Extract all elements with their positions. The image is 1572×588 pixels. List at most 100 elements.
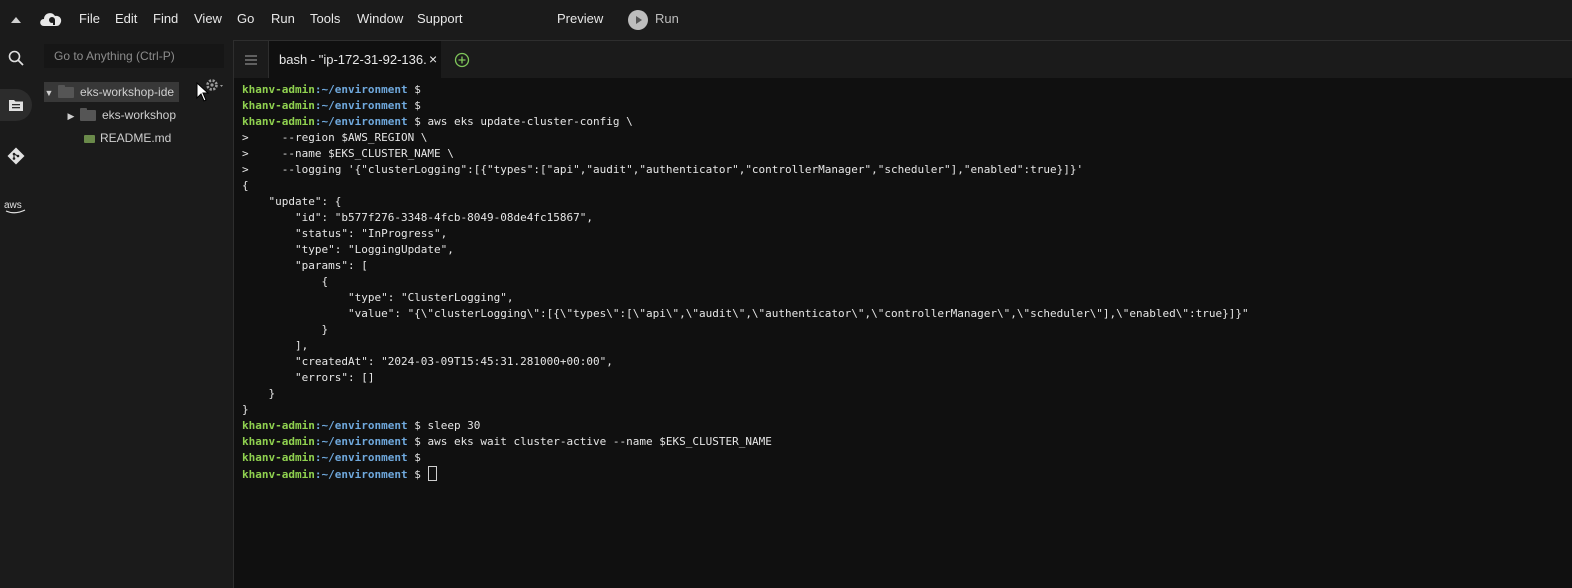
terminal-output-text: "type": "LoggingUpdate", xyxy=(242,243,454,256)
terminal-output-text: "status": "InProgress", xyxy=(242,227,448,240)
terminal-output-text: "errors": [] xyxy=(242,371,375,384)
terminal-output-line: > --logging '{"clusterLogging":[{"types"… xyxy=(242,162,1249,178)
prompt-path: :~/environment xyxy=(314,468,408,481)
markdown-file-icon xyxy=(84,134,95,143)
terminal-output-line: "params": [ xyxy=(242,258,1249,274)
prompt-symbol: $ xyxy=(407,83,421,96)
cloud9-logo-icon[interactable] xyxy=(38,9,64,31)
terminal-output-line: > --region $AWS_REGION \ xyxy=(242,130,1249,146)
menu-tools[interactable]: Tools xyxy=(310,11,340,26)
terminal-output-text: "update": { xyxy=(242,195,342,208)
terminal-output-line: > --name $EKS_CLUSTER_NAME \ xyxy=(242,146,1249,162)
terminal-prompt-line: khanv-admin:~/environment $ aws eks wait… xyxy=(242,434,1249,450)
prompt-symbol: $ xyxy=(407,435,421,448)
activity-rail: aws xyxy=(0,40,32,588)
terminal-output-text: > --region $AWS_REGION \ xyxy=(242,131,428,144)
prompt-path: :~/environment xyxy=(314,419,408,432)
prompt-path: :~/environment xyxy=(314,115,408,128)
terminal-output-text: > --logging '{"clusterLogging":[{"types"… xyxy=(242,163,1084,176)
terminal-output-text: "createdAt": "2024-03-09T15:45:31.281000… xyxy=(242,355,613,368)
tab-title: bash - "ip-172-31-92-136.e xyxy=(279,52,427,67)
terminal-output-text: { xyxy=(242,275,329,288)
terminal-output-text: "value": "{\"clusterLogging\":[{\"types\… xyxy=(242,307,1249,320)
terminal-output-line: ], xyxy=(242,338,1249,354)
tab-menu-icon[interactable] xyxy=(234,41,269,78)
prompt-symbol: $ xyxy=(407,451,421,464)
menu-support[interactable]: Support xyxy=(417,11,463,26)
prompt-path: :~/environment xyxy=(314,99,408,112)
prompt-path: :~/environment xyxy=(314,451,408,464)
source-control-icon[interactable] xyxy=(0,140,32,172)
terminal-output-text: "params": [ xyxy=(242,259,368,272)
environment-folder-icon[interactable] xyxy=(0,89,32,121)
collapse-up-icon[interactable] xyxy=(9,13,23,27)
aws-toolkit-icon[interactable]: aws xyxy=(0,191,32,223)
terminal-output: khanv-admin:~/environment $ khanv-admin:~… xyxy=(242,82,1249,482)
prompt-symbol: $ xyxy=(407,419,421,432)
menu-window[interactable]: Window xyxy=(357,11,403,26)
prompt-user: khanv-admin xyxy=(242,435,315,448)
terminal-output-line: } xyxy=(242,322,1249,338)
terminal-prompt-line: khanv-admin:~/environment $ xyxy=(242,450,1249,466)
terminal-output-line: "type": "ClusterLogging", xyxy=(242,290,1249,306)
terminal-command: sleep 30 xyxy=(420,419,481,432)
chevron-down-icon[interactable]: ▼ xyxy=(44,83,54,103)
menu-file[interactable]: File xyxy=(79,11,100,26)
svg-text:aws: aws xyxy=(4,200,22,211)
tree-item-eks-workshop[interactable]: ▶ eks-workshop xyxy=(66,105,177,126)
menu-edit[interactable]: Edit xyxy=(115,11,137,26)
terminal-output-text: ], xyxy=(242,339,309,352)
menu-go[interactable]: Go xyxy=(237,11,254,26)
terminal-output-text: } xyxy=(242,387,276,400)
prompt-path: :~/environment xyxy=(314,435,408,448)
menu-view[interactable]: View xyxy=(194,11,222,26)
terminal-output-line: } xyxy=(242,386,1249,402)
terminal-prompt-line: khanv-admin:~/environment $ sleep 30 xyxy=(242,418,1249,434)
prompt-symbol: $ xyxy=(407,99,421,112)
file-tree-panel: Go to Anything (Ctrl-P) ▼ eks-workshop-id… xyxy=(32,40,233,588)
terminal-output-line: } xyxy=(242,402,1249,418)
terminal-pane[interactable]: khanv-admin:~/environment $ khanv-admin:~… xyxy=(233,78,1572,588)
terminal-output-text: "id": "b577f276-3348-4fcb-8049-08de4fc15… xyxy=(242,211,593,224)
terminal-command: aws eks update-cluster-config \ xyxy=(420,115,633,128)
folder-icon xyxy=(58,85,74,99)
terminal-cursor xyxy=(428,466,438,481)
terminal-output-line: "status": "InProgress", xyxy=(242,226,1249,242)
terminal-command: aws eks wait cluster-active --name $EKS_… xyxy=(420,435,772,448)
terminal-command xyxy=(421,468,428,481)
tab-bash-terminal[interactable]: bash - "ip-172-31-92-136.e × xyxy=(269,41,441,80)
folder-icon xyxy=(80,108,96,122)
prompt-user: khanv-admin xyxy=(242,83,315,96)
tree-item-label: README.md xyxy=(100,131,172,145)
terminal-output-line: { xyxy=(242,178,1249,194)
prompt-user: khanv-admin xyxy=(242,115,315,128)
run-play-icon[interactable] xyxy=(628,10,648,30)
terminal-prompt-line: khanv-admin:~/environment $ aws eks upda… xyxy=(242,114,1249,130)
terminal-output-line: "errors": [] xyxy=(242,370,1249,386)
add-tab-icon[interactable] xyxy=(454,52,470,68)
search-icon[interactable] xyxy=(0,42,32,74)
terminal-output-line: "type": "LoggingUpdate", xyxy=(242,242,1249,258)
prompt-symbol: $ xyxy=(407,468,421,481)
prompt-user: khanv-admin xyxy=(242,99,315,112)
prompt-user: khanv-admin xyxy=(242,468,315,481)
prompt-user: khanv-admin xyxy=(242,451,315,464)
chevron-right-icon[interactable]: ▶ xyxy=(66,106,76,126)
terminal-output-text: } xyxy=(242,323,329,336)
terminal-output-line: "id": "b577f276-3348-4fcb-8049-08de4fc15… xyxy=(242,210,1249,226)
tree-item-eks-workshop-ide[interactable]: ▼ eks-workshop-ide xyxy=(44,82,179,102)
terminal-output-line: "createdAt": "2024-03-09T15:45:31.281000… xyxy=(242,354,1249,370)
close-icon[interactable]: × xyxy=(429,51,437,67)
terminal-prompt-line: khanv-admin:~/environment $ xyxy=(242,98,1249,114)
menu-find[interactable]: Find xyxy=(153,11,178,26)
terminal-output-text: { xyxy=(242,179,249,192)
menu-run[interactable]: Run xyxy=(271,11,295,26)
terminal-output-line: "update": { xyxy=(242,194,1249,210)
tree-item-readme[interactable]: README.md xyxy=(84,128,171,148)
run-button[interactable]: Run xyxy=(655,11,679,26)
mouse-pointer-icon xyxy=(196,82,210,102)
prompt-user: khanv-admin xyxy=(242,419,315,432)
go-to-anything-input[interactable]: Go to Anything (Ctrl-P) xyxy=(44,44,224,68)
terminal-output-line: "value": "{\"clusterLogging\":[{\"types\… xyxy=(242,306,1249,322)
preview-button[interactable]: Preview xyxy=(557,11,603,26)
